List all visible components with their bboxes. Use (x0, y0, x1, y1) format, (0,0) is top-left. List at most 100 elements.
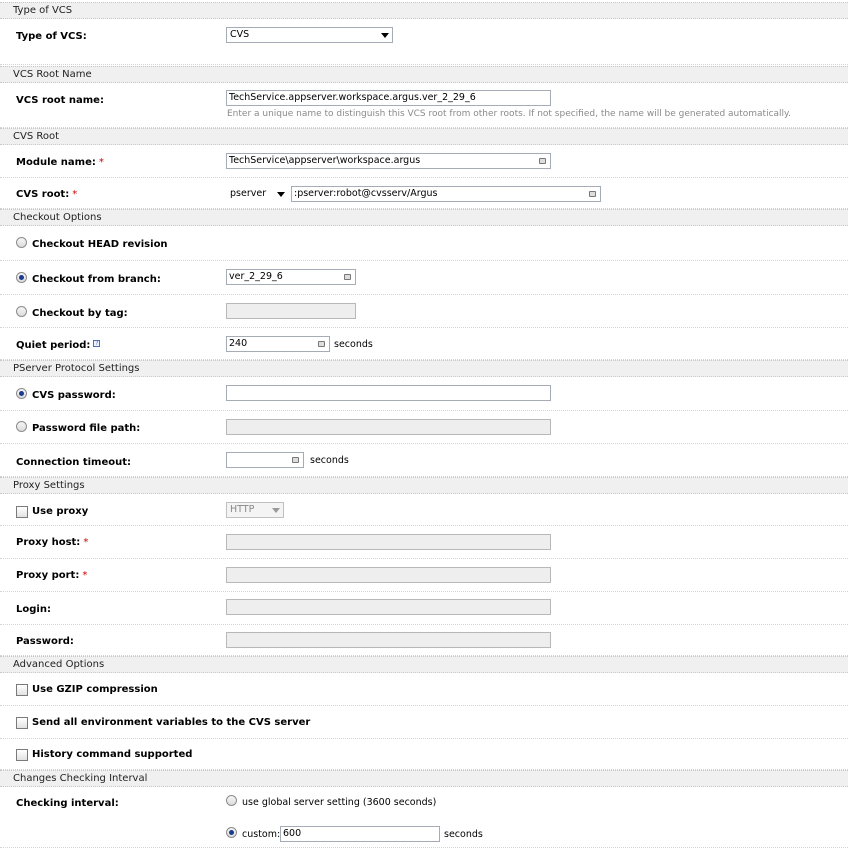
row-proxy-port: Proxy port: * (0, 559, 848, 592)
cvs-root-value: :pserver:robot@cvsserv/Argus (294, 188, 438, 199)
row-checking-interval: Checking interval: use global server set… (0, 787, 848, 818)
custom-interval-unit: seconds (444, 829, 483, 840)
row-quiet-period: Quiet period:? 240 seconds (0, 328, 848, 360)
module-name-input[interactable]: TechService\appserver\workspace.argus (226, 153, 551, 169)
section-pserver: PServer Protocol Settings (0, 360, 848, 377)
custom-interval-radio[interactable] (226, 827, 237, 838)
row-history: History command supported (0, 739, 848, 770)
row-env-vars: Send all environment variables to the CV… (0, 706, 848, 739)
password-file-label: Password file path: (32, 423, 141, 434)
vcs-root-name-input[interactable]: TechService.appserver.workspace.argus.ve… (226, 90, 551, 106)
module-name-label: Module name: * (16, 157, 104, 168)
gzip-label: Use GZIP compression (32, 684, 158, 695)
expand-icon[interactable] (292, 457, 299, 463)
row-checkout-tag: Checkout by tag: (0, 295, 848, 328)
required-marker: * (82, 570, 88, 581)
gzip-checkbox[interactable] (16, 684, 28, 696)
row-vcs-root-name: VCS root name: TechService.appserver.wor… (0, 83, 848, 128)
required-marker: * (83, 537, 89, 548)
connection-timeout-unit: seconds (310, 455, 349, 466)
checkout-head-radio[interactable] (16, 237, 27, 248)
vcs-root-name-hint: Enter a unique name to distinguish this … (227, 109, 791, 119)
cvs-protocol-value: pserver (230, 188, 267, 199)
row-module-name: Module name: * TechService\appserver\work… (0, 145, 848, 178)
env-vars-checkbox[interactable] (16, 717, 28, 729)
custom-interval-value: 600 (283, 828, 302, 839)
proxy-login-label: Login: (16, 604, 51, 615)
proxy-password-label: Password: (16, 636, 74, 647)
connection-timeout-input[interactable] (226, 452, 304, 468)
quiet-period-value: 240 (229, 338, 248, 349)
quiet-period-input[interactable]: 240 (226, 336, 330, 352)
custom-interval-label: custom: (242, 829, 281, 840)
cvs-root-input[interactable]: :pserver:robot@cvsserv/Argus (291, 186, 601, 202)
vcs-root-name-label: VCS root name: (16, 95, 104, 106)
row-cvs-password: CVS password: (0, 377, 848, 411)
password-file-input[interactable] (226, 419, 551, 435)
history-checkbox[interactable] (16, 749, 28, 761)
custom-interval-input[interactable]: 600 (280, 826, 440, 842)
expand-icon[interactable] (539, 158, 546, 164)
chevron-down-icon (277, 192, 285, 197)
proxy-port-label: Proxy port: * (16, 570, 88, 581)
section-changes: Changes Checking Interval (0, 770, 848, 787)
cvs-password-label: CVS password: (32, 390, 116, 401)
type-of-vcs-select[interactable]: CVS (226, 27, 393, 43)
row-proxy-password: Password: (0, 625, 848, 656)
use-proxy-label: Use proxy (32, 506, 89, 517)
history-label: History command supported (32, 749, 193, 760)
module-name-value: TechService\appserver\workspace.argus (229, 155, 421, 166)
checkout-tag-label: Checkout by tag: (32, 308, 128, 319)
global-setting-radio[interactable] (226, 795, 237, 806)
row-proxy-login: Login: (0, 592, 848, 625)
checkout-branch-input[interactable]: ver_2_29_6 (226, 269, 356, 285)
proxy-host-input[interactable] (226, 534, 551, 550)
expand-icon[interactable] (589, 191, 596, 197)
expand-icon[interactable] (318, 341, 325, 347)
row-use-proxy: Use proxy HTTP (0, 494, 848, 526)
required-marker: * (72, 189, 78, 200)
section-checkout-options: Checkout Options (0, 209, 848, 226)
type-of-vcs-value: CVS (230, 29, 250, 40)
checkout-head-label: Checkout HEAD revision (32, 239, 168, 250)
checking-interval-label: Checking interval: (16, 798, 119, 809)
use-proxy-checkbox[interactable] (16, 506, 28, 518)
help-icon[interactable]: ? (93, 340, 101, 347)
cvs-protocol-select[interactable]: pserver (226, 186, 289, 202)
row-password-file: Password file path: (0, 411, 848, 444)
checkout-tag-radio[interactable] (16, 306, 27, 317)
type-of-vcs-label: Type of VCS: (16, 31, 87, 42)
connection-timeout-label: Connection timeout: (16, 457, 132, 468)
chevron-down-icon (272, 508, 280, 513)
checkout-branch-radio[interactable] (16, 272, 27, 283)
section-cvs-root: CVS Root (0, 128, 848, 145)
section-type-of-vcs: Type of VCS (0, 2, 848, 19)
proxy-type-value: HTTP (230, 504, 255, 515)
quiet-period-unit: seconds (334, 339, 373, 350)
checkout-tag-input[interactable] (226, 303, 356, 319)
row-checkout-branch: Checkout from branch: ver_2_29_6 (0, 261, 848, 295)
proxy-port-input[interactable] (226, 567, 551, 583)
global-setting-label: use global server setting (3600 seconds) (242, 797, 437, 808)
section-proxy: Proxy Settings (0, 477, 848, 494)
row-proxy-host: Proxy host: * (0, 526, 848, 559)
row-connection-timeout: Connection timeout: seconds (0, 444, 848, 477)
expand-icon[interactable] (344, 274, 351, 280)
proxy-type-select[interactable]: HTTP (226, 502, 284, 518)
proxy-login-input[interactable] (226, 599, 551, 615)
env-vars-label: Send all environment variables to the CV… (32, 717, 311, 728)
row-checkout-head: Checkout HEAD revision (0, 226, 848, 261)
cvs-password-input[interactable] (226, 385, 551, 401)
row-gzip: Use GZIP compression (0, 673, 848, 706)
proxy-password-input[interactable] (226, 632, 551, 648)
quiet-period-label: Quiet period:? (16, 340, 101, 351)
password-file-radio[interactable] (16, 421, 27, 432)
proxy-host-label: Proxy host: * (16, 537, 89, 548)
row-cvs-root: CVS root: * pserver :pserver:robot@cvsser… (0, 178, 848, 209)
required-marker: * (98, 157, 104, 168)
cvs-password-radio[interactable] (16, 388, 27, 399)
checkout-branch-value: ver_2_29_6 (229, 271, 283, 282)
chevron-down-icon (381, 33, 389, 38)
checkout-branch-label: Checkout from branch: (32, 274, 161, 285)
section-vcs-root-name: VCS Root Name (0, 66, 848, 83)
